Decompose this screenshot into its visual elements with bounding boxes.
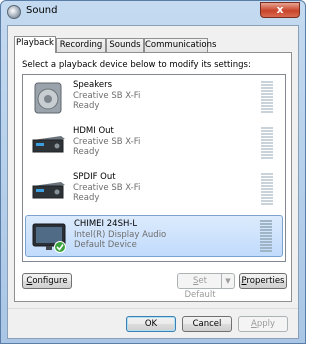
cancel-button[interactable]: Cancel bbox=[182, 316, 232, 332]
tab-sounds[interactable]: Sounds bbox=[106, 38, 144, 52]
device-status: Default Device bbox=[74, 240, 137, 250]
device-driver: Creative SB X-Fi bbox=[73, 136, 141, 147]
set-default-button[interactable]: Set Default ▼ bbox=[177, 273, 235, 300]
sound-dialog: Sound x Playback Recording Sounds Commun… bbox=[0, 0, 306, 344]
tab-communications[interactable]: Communications bbox=[144, 38, 216, 52]
device-item-speakers[interactable]: Speakers Creative SB X-Fi Ready bbox=[25, 77, 283, 119]
properties-button[interactable]: Properties bbox=[239, 273, 287, 289]
window-title: Sound bbox=[26, 5, 58, 16]
device-item-chimei-24sh-l[interactable]: CHIMEI 24SH-L Intel(R) Display Audio Def… bbox=[25, 215, 283, 257]
device-driver: Creative SB X-Fi bbox=[73, 182, 141, 193]
speaker-icon bbox=[7, 5, 21, 19]
tab-playback[interactable]: Playback bbox=[14, 36, 56, 53]
volume-level-meter bbox=[260, 220, 272, 254]
volume-level-meter bbox=[261, 127, 273, 161]
device-status: Ready bbox=[73, 193, 100, 203]
receiver-icon bbox=[32, 182, 65, 199]
device-name: CHIMEI 24SH-L bbox=[74, 219, 138, 229]
chevron-down-icon[interactable]: ▼ bbox=[221, 274, 234, 288]
device-driver: Intel(R) Display Audio bbox=[74, 229, 167, 240]
device-status: Ready bbox=[73, 101, 100, 111]
device-name: SPDIF Out bbox=[73, 172, 116, 182]
volume-level-meter bbox=[261, 81, 273, 115]
configure-button[interactable]: Configure bbox=[22, 273, 72, 289]
receiver-icon bbox=[32, 136, 65, 153]
tab-recording[interactable]: Recording bbox=[56, 38, 106, 52]
device-driver: Creative SB X-Fi bbox=[73, 90, 141, 101]
device-name: HDMI Out bbox=[73, 126, 114, 136]
instruction-text: Select a playback device below to modify… bbox=[22, 60, 251, 70]
volume-level-meter bbox=[261, 173, 273, 207]
title-bar[interactable]: Sound x bbox=[1, 1, 305, 23]
device-name: Speakers bbox=[73, 80, 113, 90]
device-status: Ready bbox=[73, 147, 100, 157]
device-item-hdmi-out[interactable]: HDMI Out Creative SB X-Fi Ready bbox=[25, 123, 283, 165]
ok-button[interactable]: OK bbox=[126, 316, 176, 332]
apply-button[interactable]: Apply bbox=[238, 316, 288, 332]
device-item-spdif-out[interactable]: SPDIF Out Creative SB X-Fi Ready bbox=[25, 169, 283, 211]
monitor-icon bbox=[32, 223, 66, 253]
playback-panel: Select a playback device below to modify… bbox=[14, 52, 292, 302]
divider bbox=[8, 308, 298, 309]
close-button[interactable]: x bbox=[260, 2, 300, 18]
dialog-client-area: Playback Recording Sounds Communications… bbox=[7, 25, 299, 339]
device-list[interactable]: Speakers Creative SB X-Fi Ready HDMI Out… bbox=[22, 74, 286, 262]
speaker-icon bbox=[34, 82, 62, 114]
